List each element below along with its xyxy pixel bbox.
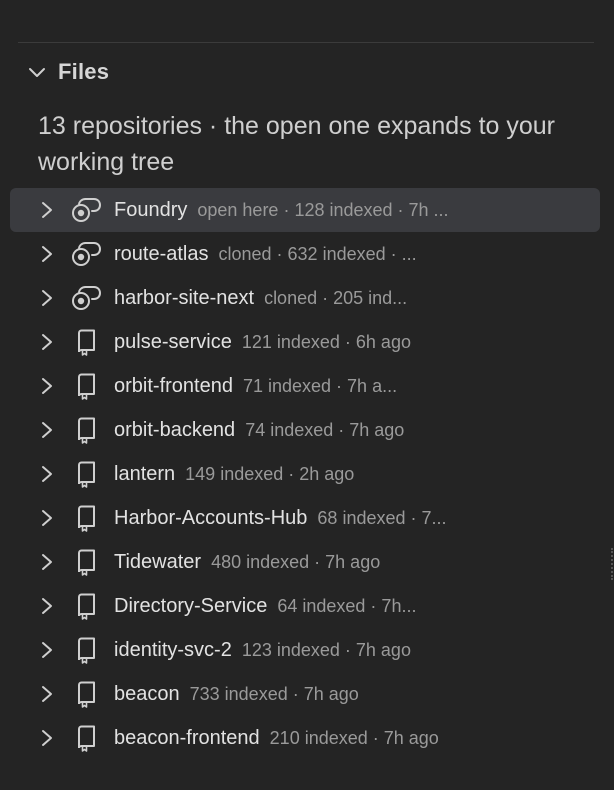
repository-row-beacon[interactable]: beacon 733 indexed · 7h ago	[10, 672, 600, 716]
repository-name: orbit-backend	[114, 418, 236, 441]
repo-book-icon	[70, 680, 102, 708]
repo-book-icon	[70, 548, 102, 576]
repo-book-icon	[70, 416, 102, 444]
panel-divider	[18, 42, 594, 43]
repository-row-orbit-frontend[interactable]: orbit-frontend 71 indexed · 7h a...	[10, 364, 600, 408]
cloud-repo-icon	[70, 196, 102, 224]
section-title: Files	[58, 59, 110, 84]
repository-meta: 64 indexed · 7h...	[277, 595, 417, 616]
chevron-right-icon[interactable]	[40, 464, 54, 484]
chevron-right-icon[interactable]	[40, 244, 54, 264]
repository-name: Tidewater	[114, 550, 202, 573]
repository-row-foundry[interactable]: Foundry open here · 128 indexed · 7h ...	[10, 188, 600, 232]
repo-book-icon	[70, 460, 102, 488]
chevron-right-icon[interactable]	[40, 200, 54, 220]
repository-meta: 149 indexed · 2h ago	[185, 463, 355, 484]
repository-row-identity-svc-2[interactable]: identity-svc-2 123 indexed · 7h ago	[10, 628, 600, 672]
chevron-down-icon	[26, 61, 48, 83]
repository-name: harbor-site-next	[114, 286, 255, 309]
repository-row-beacon-frontend[interactable]: beacon-frontend 210 indexed · 7h ago	[10, 716, 600, 760]
repo-book-icon	[70, 636, 102, 664]
chevron-right-icon[interactable]	[40, 420, 54, 440]
repository-meta: 210 indexed · 7h ago	[269, 727, 439, 748]
chevron-right-icon[interactable]	[40, 596, 54, 616]
repositories-summary: 13 repositories · the open one expands t…	[38, 112, 556, 176]
repo-book-icon	[70, 592, 102, 620]
repository-name: beacon	[114, 682, 180, 705]
repository-meta: 480 indexed · 7h ago	[211, 551, 381, 572]
chevron-right-icon[interactable]	[40, 684, 54, 704]
chevron-right-icon[interactable]	[40, 508, 54, 528]
repository-row-harbor-accounts-hub[interactable]: Harbor-Accounts-Hub 68 indexed · 7...	[10, 496, 600, 540]
repository-name: Harbor-Accounts-Hub	[114, 506, 308, 529]
repository-name: Directory-Service	[114, 594, 268, 617]
repository-meta: 123 indexed · 7h ago	[241, 639, 411, 660]
repository-meta: cloned · 205 ind...	[264, 287, 408, 308]
repository-meta: 121 indexed · 6h ago	[241, 331, 411, 352]
repository-meta: open here · 128 indexed · 7h ...	[197, 199, 449, 220]
repository-meta: cloned · 632 indexed · ...	[218, 243, 417, 264]
files-panel: Files 13 repositories · the open one exp…	[0, 0, 614, 790]
repo-book-icon	[70, 724, 102, 752]
repository-meta: 74 indexed · 7h ago	[245, 419, 405, 440]
repository-row-orbit-backend[interactable]: orbit-backend 74 indexed · 7h ago	[10, 408, 600, 452]
repository-meta: 71 indexed · 7h a...	[242, 375, 398, 396]
repository-name: pulse-service	[114, 330, 232, 353]
chevron-right-icon[interactable]	[40, 288, 54, 308]
repo-book-icon	[70, 504, 102, 532]
cloud-repo-icon	[70, 240, 102, 268]
chevron-right-icon[interactable]	[40, 332, 54, 352]
repo-book-icon	[70, 328, 102, 356]
repository-list: Foundry open here · 128 indexed · 7h ...…	[10, 188, 600, 760]
chevron-right-icon[interactable]	[40, 728, 54, 748]
repository-name: lantern	[114, 462, 176, 485]
chevron-right-icon[interactable]	[40, 376, 54, 396]
repository-meta: 733 indexed · 7h ago	[189, 683, 359, 704]
repository-row-harbor-site-next[interactable]: harbor-site-next cloned · 205 ind...	[10, 276, 600, 320]
repository-row-directory-service[interactable]: Directory-Service 64 indexed · 7h...	[10, 584, 600, 628]
repository-meta: 68 indexed · 7...	[317, 507, 447, 528]
repository-row-route-atlas[interactable]: route-atlas cloned · 632 indexed · ...	[10, 232, 600, 276]
repository-row-lantern[interactable]: lantern 149 indexed · 2h ago	[10, 452, 600, 496]
repository-name: orbit-frontend	[114, 374, 233, 397]
repository-name: identity-svc-2	[114, 638, 232, 661]
repo-book-icon	[70, 372, 102, 400]
repository-name: route-atlas	[114, 242, 209, 265]
repository-row-pulse-service[interactable]: pulse-service 121 indexed · 6h ago	[10, 320, 600, 364]
repository-name: beacon-frontend	[114, 726, 260, 749]
cloud-repo-icon	[70, 284, 102, 312]
chevron-right-icon[interactable]	[40, 552, 54, 572]
files-section-header[interactable]: Files	[26, 56, 109, 88]
repository-row-tidewater[interactable]: Tidewater 480 indexed · 7h ago	[10, 540, 600, 584]
chevron-right-icon[interactable]	[40, 640, 54, 660]
repository-name: Foundry	[114, 198, 188, 221]
